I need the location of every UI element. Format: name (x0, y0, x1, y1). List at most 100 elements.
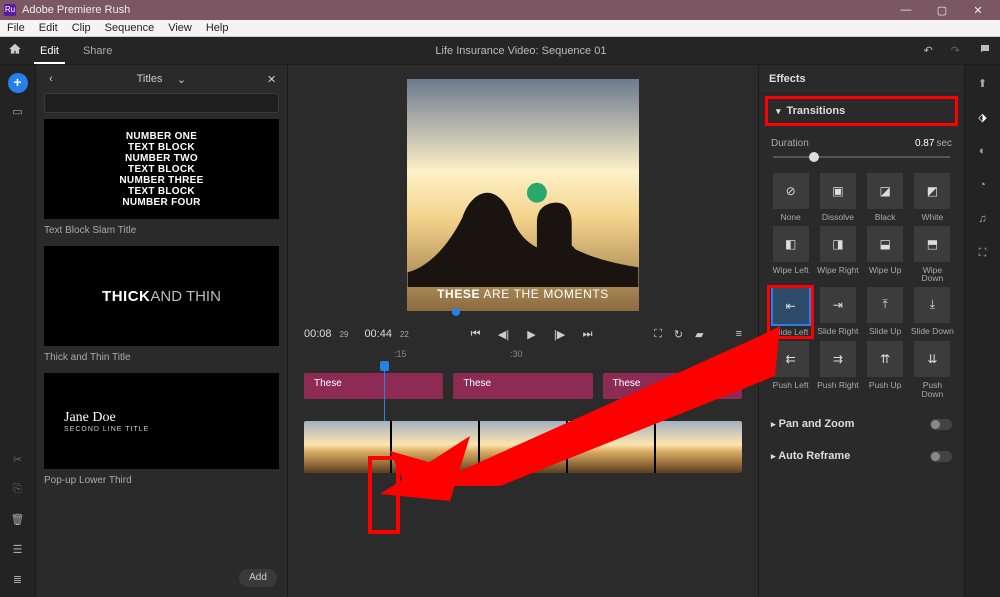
duplicate-icon[interactable]: ⎘ (8, 479, 28, 499)
project-panel-icon[interactable]: ▭ (8, 101, 28, 121)
tab-edit[interactable]: Edit (34, 39, 65, 63)
video-clip[interactable] (656, 421, 742, 473)
color-tool-icon[interactable]: ◐ (973, 141, 993, 161)
panel-close-icon[interactable]: ✕ (267, 73, 279, 86)
transition-slide-left[interactable]: ⇤ Slide Left (769, 287, 812, 338)
auto-reframe-section-header[interactable]: ▸ Auto Reframe (759, 440, 964, 472)
transition-label: Push Left (773, 381, 809, 390)
transform-tool-icon[interactable]: ⛶ (973, 243, 993, 263)
skip-back-icon[interactable]: ⏮ (469, 327, 483, 341)
transition-wipe-left[interactable]: ◧Wipe Left (769, 226, 812, 283)
effects-header: Effects (759, 65, 964, 94)
timecode: 00:0829 00:4422 (304, 328, 409, 340)
transition-push-down[interactable]: ⇊Push Down (911, 341, 954, 398)
speed-tool-icon[interactable]: ◔ (973, 175, 993, 195)
transition-slide-up[interactable]: ⤒Slide Up (864, 287, 907, 338)
timecode-current-frames: 29 (340, 330, 349, 339)
transitions-tool-icon[interactable]: ⬗ (973, 107, 993, 127)
transition-black[interactable]: ◪ Black (864, 173, 907, 222)
video-clip[interactable] (568, 421, 654, 473)
back-icon[interactable]: ‹ (44, 73, 58, 85)
transition-slide-down[interactable]: ⤓Slide Down (911, 287, 954, 338)
menu-edit[interactable]: Edit (32, 20, 65, 36)
title-preset-card[interactable]: Jane DoeSECOND LINE TITLE Pop-up Lower T… (44, 373, 279, 488)
loop-icon[interactable]: ↻ (674, 328, 683, 341)
comments-icon[interactable] (978, 43, 992, 58)
duration-unit: sec (936, 138, 952, 149)
transition-white[interactable]: ◩White (911, 173, 954, 222)
redo-icon[interactable]: ↷ (951, 44, 960, 57)
title-clip[interactable]: These (453, 373, 592, 399)
transition-none[interactable]: ⊘None (769, 173, 812, 222)
thumb-second: SECOND LINE TITLE (64, 426, 279, 433)
transition-push-left[interactable]: ⇇Push Left (769, 341, 812, 398)
transition-icon: ⇉ (820, 341, 856, 377)
title-clip[interactable]: These (304, 373, 443, 399)
transition-label: Wipe Right (817, 266, 859, 275)
track-view-icon[interactable]: ☰ (8, 539, 28, 559)
transition-wipe-right[interactable]: ◨Wipe Right (816, 226, 859, 283)
undo-icon[interactable]: ↶ (924, 44, 933, 57)
app-name: Adobe Premiere Rush (22, 4, 130, 16)
thumb-line: TEXT BLOCK (128, 186, 195, 197)
transition-label: Slide Left (773, 328, 808, 337)
thumb-line: TEXT BLOCK (128, 164, 195, 175)
transition-icon: ◪ (867, 173, 903, 209)
expand-tracks-icon[interactable]: ≣ (8, 569, 28, 589)
transition-wipe-up[interactable]: ⬓Wipe Up (864, 226, 907, 283)
transitions-section-header[interactable]: ▾ Transitions (768, 99, 955, 123)
timecode-total: 00:44 (364, 328, 392, 340)
pan-zoom-toggle[interactable] (930, 419, 952, 430)
trash-icon[interactable]: 🗑 (8, 509, 28, 529)
audio-tool-icon[interactable]: ♫ (973, 209, 993, 229)
video-track[interactable] (304, 421, 742, 473)
video-clip[interactable] (480, 421, 566, 473)
frame-fwd-icon[interactable]: |▶ (553, 327, 567, 341)
transition-wipe-down[interactable]: ⬒Wipe Down (911, 226, 954, 283)
transition-label: Black (875, 213, 896, 222)
scissors-icon[interactable]: ✂ (8, 449, 28, 469)
home-icon[interactable] (8, 42, 22, 59)
time-ruler[interactable]: :15 :30 (288, 345, 758, 367)
skip-fwd-icon[interactable]: ⏭ (581, 327, 595, 341)
transition-push-up[interactable]: ⇈Push Up (864, 341, 907, 398)
video-clip[interactable] (304, 421, 390, 473)
menu-view[interactable]: View (161, 20, 199, 36)
title-clip[interactable]: These (603, 373, 742, 399)
close-button[interactable]: ✕ (966, 4, 990, 17)
transition-push-right[interactable]: ⇉Push Right (816, 341, 859, 398)
section-label: Auto Reframe (778, 450, 850, 462)
transition-label: Slide Right (817, 327, 858, 336)
title-preset-card[interactable]: NUMBER ONE TEXT BLOCK NUMBER TWO TEXT BL… (44, 119, 279, 238)
timeline-options-icon[interactable]: ≡ (736, 328, 742, 341)
video-clip[interactable] (392, 421, 478, 473)
section-label: Transitions (787, 105, 846, 117)
preview-silhouette (407, 148, 639, 287)
transition-slide-right[interactable]: ⇥Slide Right (816, 287, 859, 338)
transition-dissolve[interactable]: ▣Dissolve (816, 173, 859, 222)
tab-share[interactable]: Share (77, 39, 118, 63)
pan-zoom-section-header[interactable]: ▸ Pan and Zoom (759, 408, 964, 440)
titles-tool-icon[interactable]: ⬆ (973, 73, 993, 93)
menu-help[interactable]: Help (199, 20, 236, 36)
dropdown-icon[interactable]: ⌄ (174, 73, 188, 86)
play-icon[interactable]: ▶ (525, 327, 539, 341)
card-label: Thick and Thin Title (44, 346, 279, 365)
search-input[interactable] (44, 93, 279, 113)
auto-reframe-toggle[interactable] (930, 451, 952, 462)
menu-sequence[interactable]: Sequence (98, 20, 162, 36)
fullscreen-icon[interactable]: ⛶ (654, 328, 662, 341)
minimize-button[interactable]: — (894, 4, 918, 17)
level-icon[interactable]: ▰ (695, 328, 703, 341)
menu-clip[interactable]: Clip (65, 20, 98, 36)
maximize-button[interactable]: ▢ (930, 4, 954, 17)
duration-slider[interactable] (773, 151, 950, 163)
title-preset-card[interactable]: THICKAND THIN Thick and Thin Title (44, 246, 279, 365)
frame-back-icon[interactable]: ◀| (497, 327, 511, 341)
playhead-marker[interactable] (452, 308, 460, 316)
menu-file[interactable]: File (0, 20, 32, 36)
add-media-button[interactable]: + (8, 73, 28, 93)
add-button[interactable]: Add (239, 569, 277, 587)
transition-icon: ⇤ (773, 288, 809, 324)
window-controls: — ▢ ✕ (894, 4, 996, 17)
